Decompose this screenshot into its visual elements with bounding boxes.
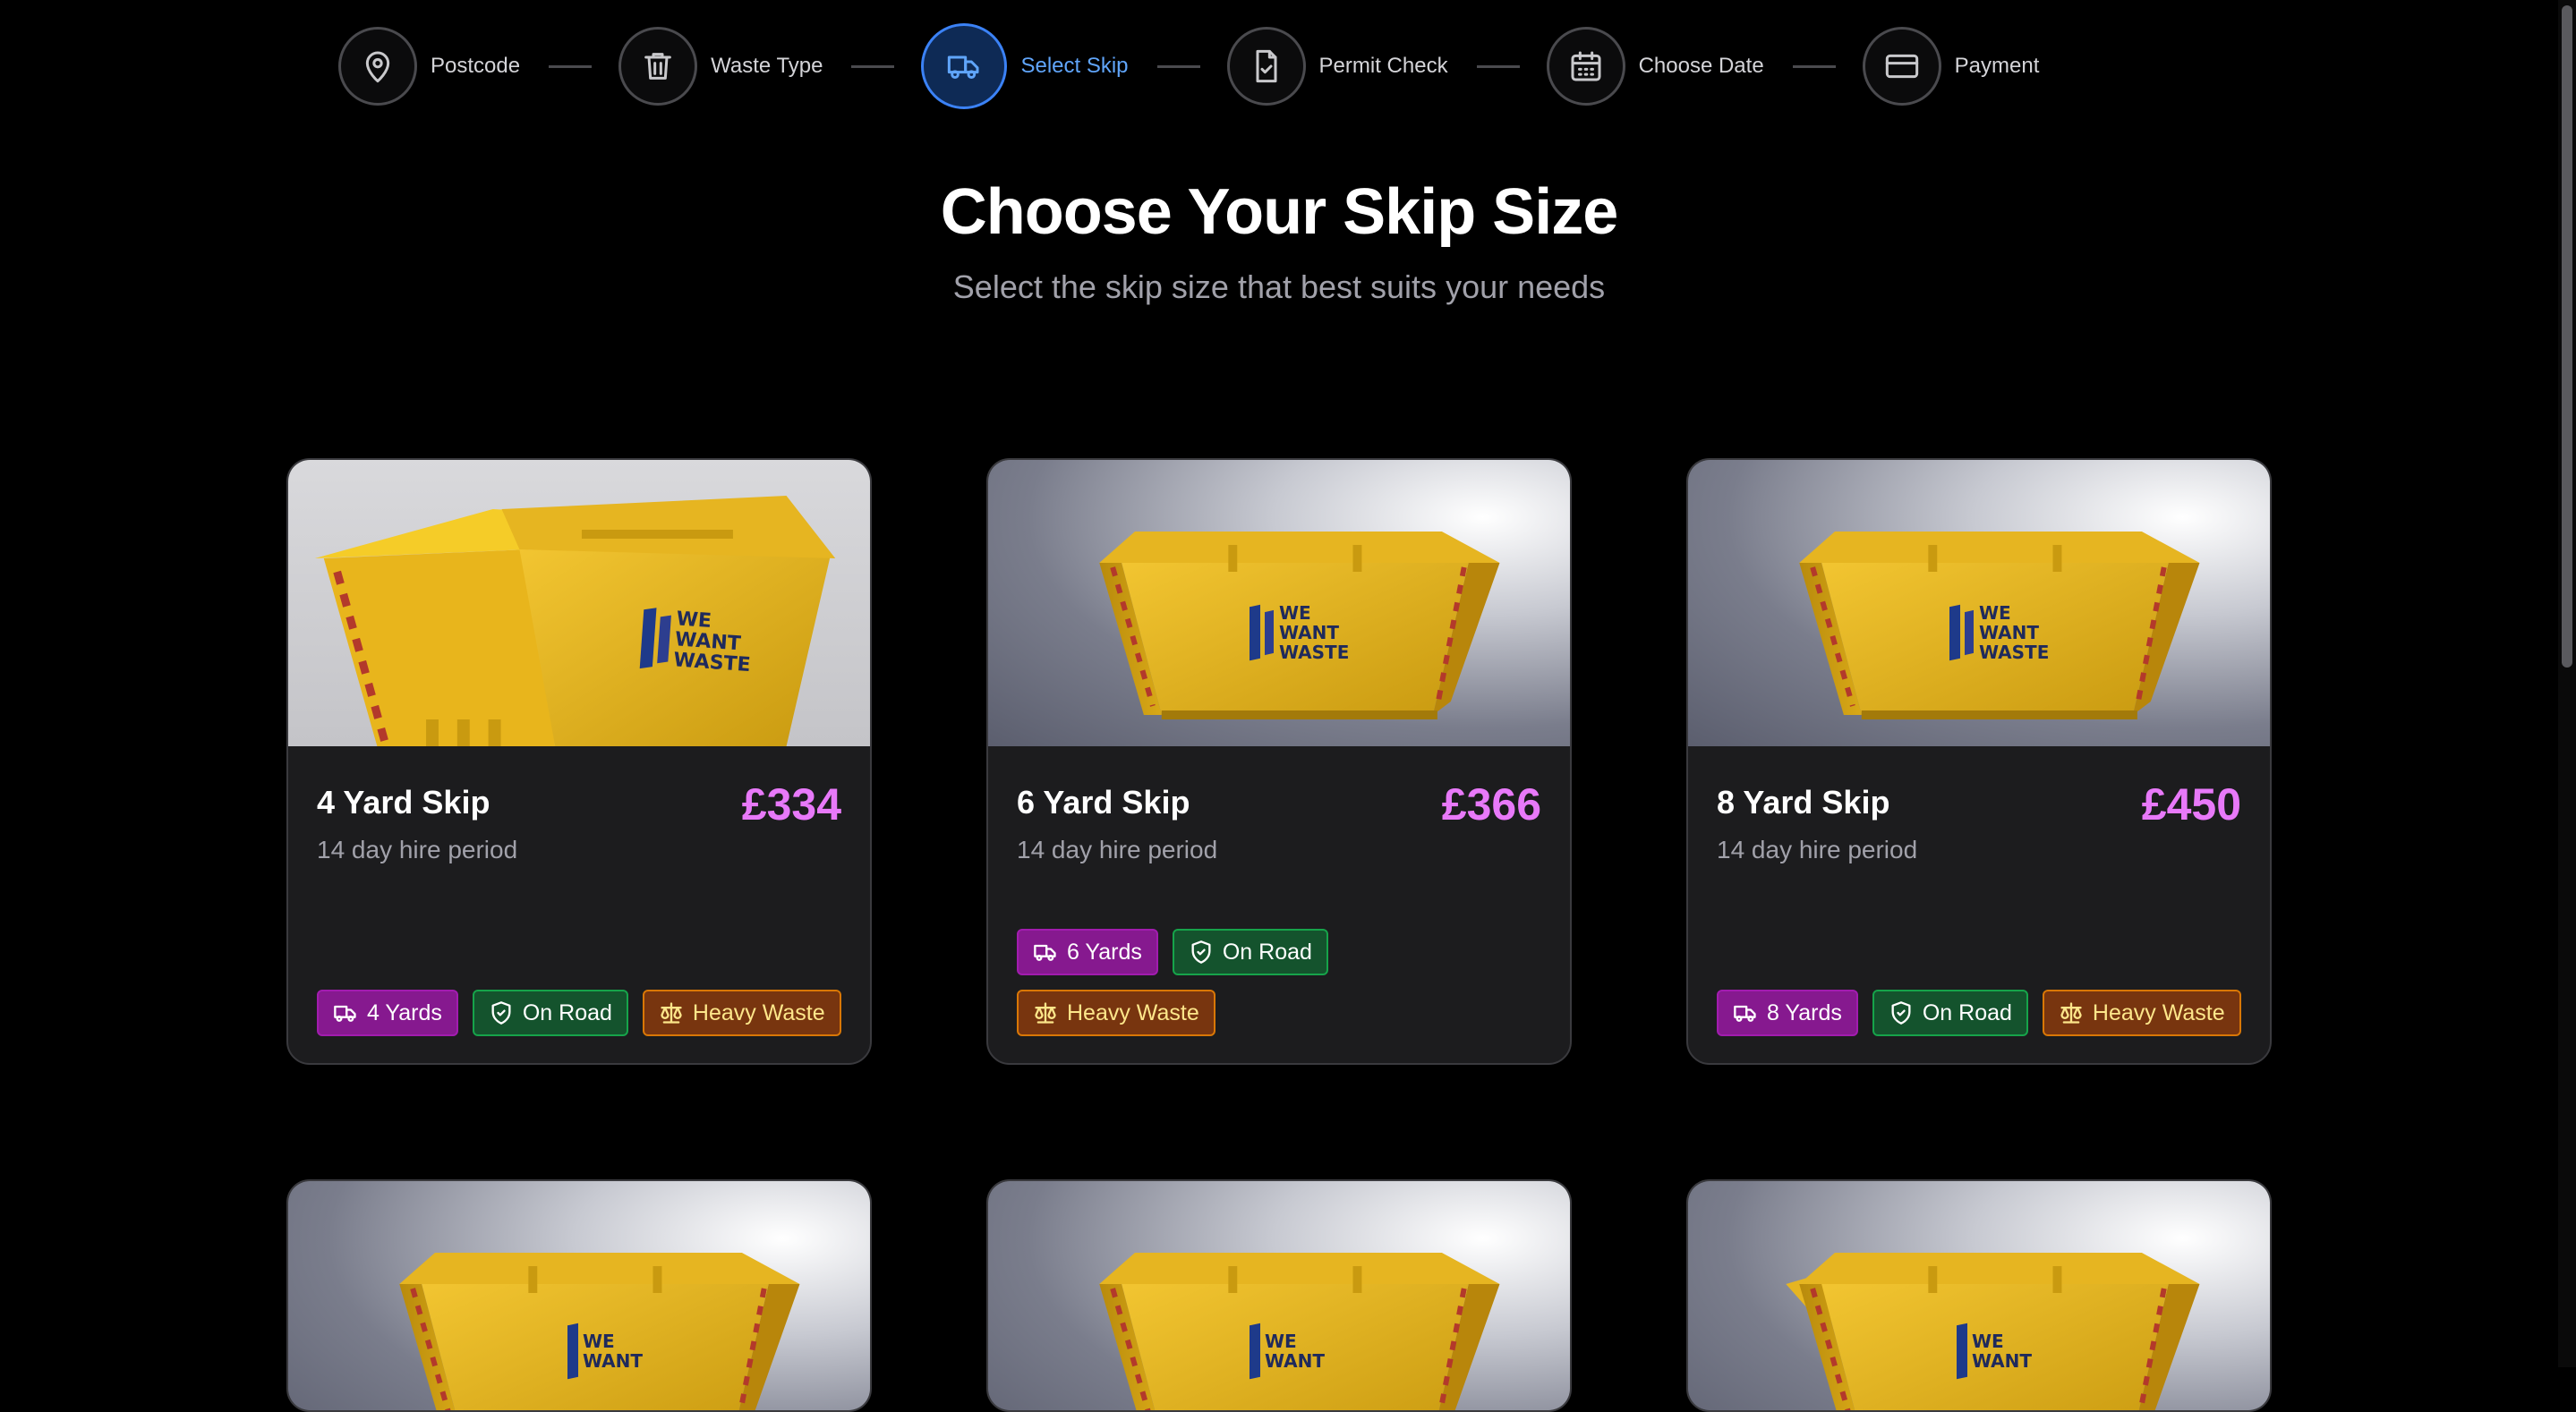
badge-label: 8 Yards <box>1767 999 1842 1025</box>
truck-icon <box>334 1005 356 1022</box>
badge-label: On Road <box>1922 999 2012 1025</box>
credit-card-icon <box>1862 27 1941 106</box>
logo-text: WANT <box>1279 622 1340 643</box>
map-pin-icon <box>338 27 417 106</box>
skip-price: £366 <box>1441 779 1541 829</box>
on-road-badge: On Road <box>1172 929 1328 975</box>
badge-row: 4 Yards On Road Heavy Waste <box>317 990 854 1036</box>
step-label: Payment <box>1954 54 2040 78</box>
skip-image: WE WANT WASTE <box>288 460 870 746</box>
skip-title: 4 Yard Skip <box>317 784 490 821</box>
scale-icon <box>2060 1002 2082 1024</box>
skip-image: WE WANT <box>288 1181 870 1410</box>
badge-label: Heavy Waste <box>1067 999 1199 1025</box>
step-postcode[interactable]: Postcode <box>338 27 520 106</box>
truck-icon <box>1034 944 1056 961</box>
hire-period: 14 day hire period <box>1717 836 1918 863</box>
logo-text: WE <box>1279 602 1311 624</box>
step-choose-date[interactable]: Choose Date <box>1546 27 1764 106</box>
step-label: Waste Type <box>711 54 823 78</box>
step-select-skip[interactable]: Select Skip <box>921 23 1129 109</box>
logo-text: WE <box>1265 1331 1297 1352</box>
step-label: Choose Date <box>1638 54 1764 78</box>
skip-price: £450 <box>2141 779 2241 829</box>
step-connector <box>1156 64 1200 68</box>
skip-image: WE WANT <box>988 1181 1570 1410</box>
page-title: Choose Your Skip Size <box>940 176 1619 248</box>
step-connector <box>1476 64 1520 68</box>
skip-title: 6 Yard Skip <box>1017 784 1190 821</box>
logo-text: WASTE <box>672 649 752 677</box>
step-label: Permit Check <box>1318 54 1448 78</box>
page-header: Choose Your Skip Size Select the skip si… <box>0 175 2558 306</box>
skip-card-8-yard[interactable]: WE WANT WASTE 8 Yard Skip £450 14 day hi… <box>1686 458 2272 1065</box>
we-want-waste-logo: WE WANT WASTE <box>1949 603 2049 662</box>
on-road-badge: On Road <box>1872 990 2028 1036</box>
badge-row: 6 Yards On Road Heavy Waste <box>1017 929 1393 1036</box>
logo-text: WE <box>583 1331 615 1352</box>
we-want-waste-logo: WE WANT <box>1957 1323 2033 1380</box>
logo-text: WANT <box>1265 1350 1326 1372</box>
skip-price: £334 <box>741 779 841 829</box>
skip-card-4-yard[interactable]: WE WANT WASTE 4 Yard Skip £334 14 day hi… <box>286 458 872 1065</box>
badge-label: On Road <box>1222 939 1312 965</box>
step-permit-check[interactable]: Permit Check <box>1226 27 1448 106</box>
we-want-waste-logo: WE WANT WASTE <box>1250 603 1349 662</box>
shield-check-icon <box>1891 1001 1911 1025</box>
progress-stepper: Postcode Waste Type Select Skip Permit C… <box>338 23 2040 109</box>
step-connector <box>1792 64 1836 68</box>
truck-icon <box>1734 1005 1756 1022</box>
heavy-waste-badge: Heavy Waste <box>642 990 841 1036</box>
step-label: Postcode <box>431 54 521 78</box>
skip-title: 8 Yard Skip <box>1717 784 1890 821</box>
skip-card-6-yard[interactable]: WE WANT WASTE 6 Yard Skip £366 14 day hi… <box>986 458 1572 1065</box>
heavy-waste-badge: Heavy Waste <box>1017 990 1215 1036</box>
shield-check-icon <box>491 1001 511 1025</box>
truck-icon <box>921 23 1008 109</box>
on-road-badge: On Road <box>472 990 628 1036</box>
step-label: Select Skip <box>1020 54 1129 78</box>
logo-text: WASTE <box>1279 642 1350 663</box>
skip-card[interactable]: WE WANT <box>1686 1179 2272 1412</box>
we-want-waste-logo: WE WANT WASTE <box>639 607 755 677</box>
badge-label: On Road <box>522 999 612 1025</box>
we-want-waste-logo: WE WANT <box>567 1323 644 1380</box>
skip-image: WE WANT WASTE <box>988 460 1570 746</box>
logo-text: WE <box>1972 1331 2004 1352</box>
logo-text: WANT <box>1979 622 2040 643</box>
hire-period: 14 day hire period <box>317 836 518 863</box>
skip-card[interactable]: WE WANT <box>286 1179 872 1412</box>
badge-row: 8 Yards On Road Heavy Waste <box>1717 990 2254 1036</box>
step-payment[interactable]: Payment <box>1862 27 2040 106</box>
skip-image: WE WANT <box>1688 1181 2270 1410</box>
shield-check-icon <box>1191 940 1211 964</box>
badge-label: 4 Yards <box>367 999 442 1025</box>
scale-icon <box>1035 1002 1056 1024</box>
badge-label: 6 Yards <box>1067 939 1142 965</box>
page-subtitle: Select the skip size that best suits you… <box>952 268 1606 305</box>
skip-image: WE WANT WASTE <box>1688 460 2270 746</box>
heavy-waste-badge: Heavy Waste <box>2042 990 2241 1036</box>
logo-text: WANT <box>583 1350 644 1372</box>
scale-icon <box>661 1002 682 1024</box>
step-connector <box>549 64 593 68</box>
yards-badge: 4 Yards <box>317 990 458 1036</box>
logo-text: WASTE <box>1979 642 2050 663</box>
yards-badge: 8 Yards <box>1717 990 1858 1036</box>
trash-icon <box>618 27 698 106</box>
scrollbar-thumb[interactable] <box>2562 5 2572 668</box>
skip-card[interactable]: WE WANT <box>986 1179 1572 1412</box>
hire-period: 14 day hire period <box>1017 836 1218 863</box>
logo-text: WE <box>1979 602 2011 624</box>
we-want-waste-logo: WE WANT <box>1250 1323 1326 1380</box>
step-connector <box>851 64 895 68</box>
yards-badge: 6 Yards <box>1017 929 1158 975</box>
step-waste-type[interactable]: Waste Type <box>618 27 823 106</box>
logo-text: WANT <box>1972 1350 2033 1372</box>
scrollbar[interactable] <box>2558 0 2576 1367</box>
file-check-icon <box>1226 27 1306 106</box>
badge-label: Heavy Waste <box>2092 999 2225 1025</box>
badge-label: Heavy Waste <box>692 999 825 1025</box>
calendar-icon <box>1546 27 1625 106</box>
